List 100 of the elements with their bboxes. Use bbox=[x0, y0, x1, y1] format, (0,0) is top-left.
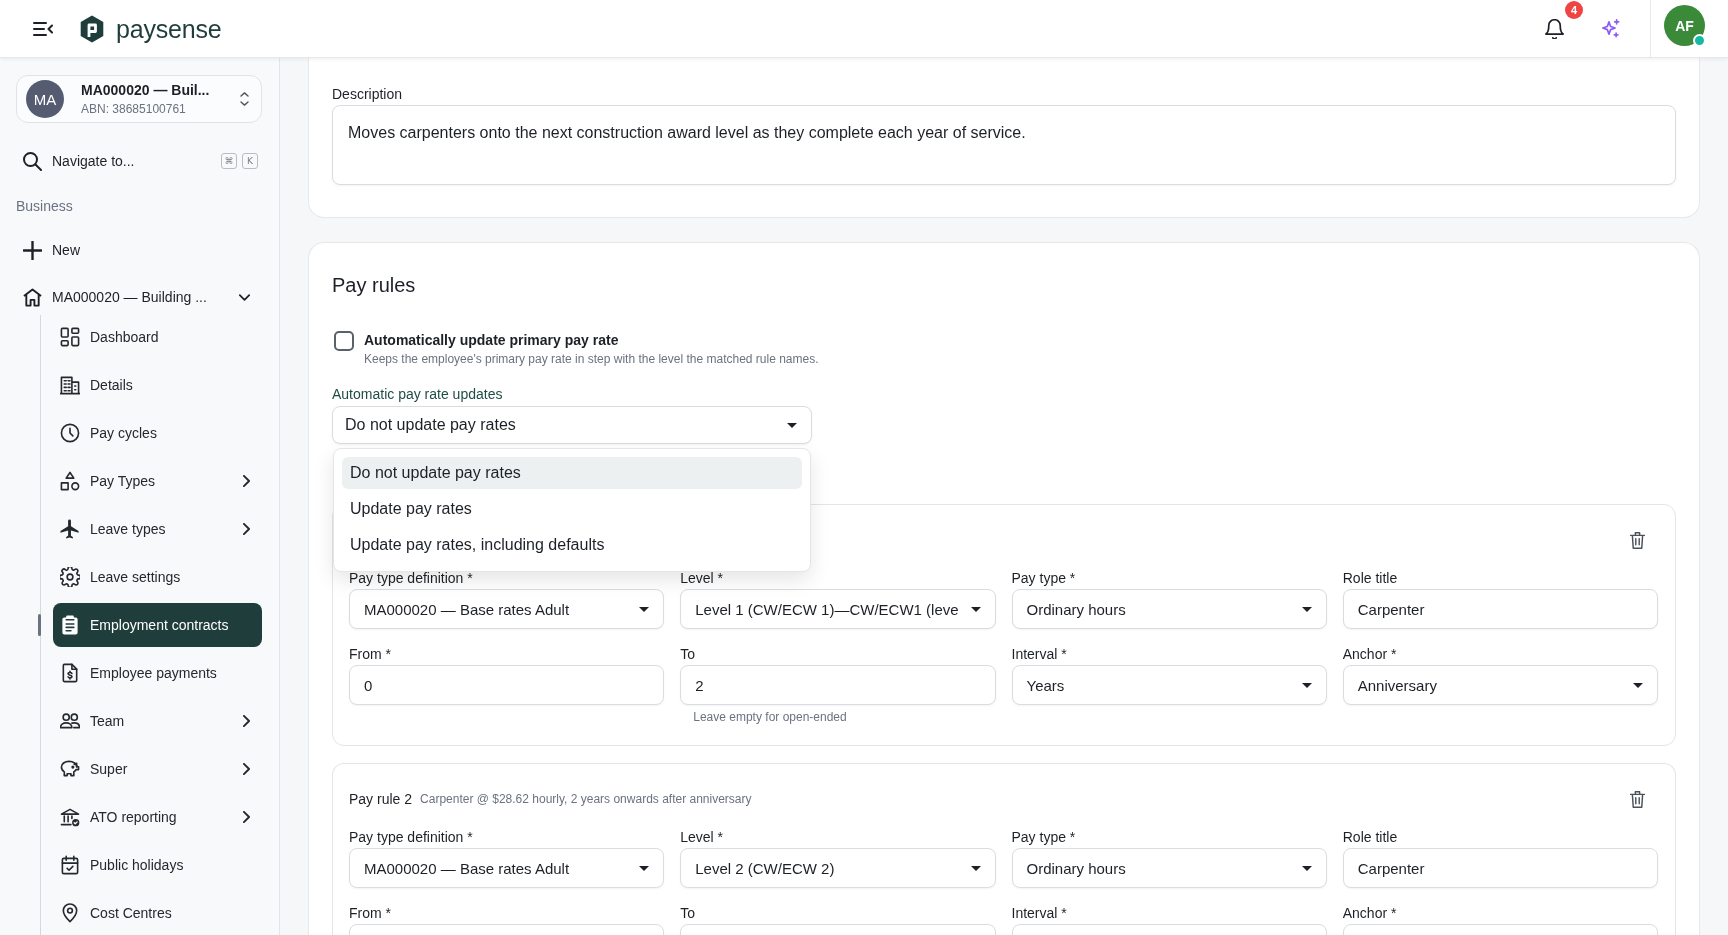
field-label: Anchor * bbox=[1342, 904, 1398, 922]
rule-summary: Carpenter @ $28.62 hourly, 2 years onwards after anniversary bbox=[420, 792, 752, 806]
nav-item[interactable]: Employee payments bbox=[53, 651, 262, 695]
nav-item[interactable]: Pay Types bbox=[53, 459, 262, 503]
field-label: Description bbox=[332, 85, 404, 103]
field-hint: Leave empty for open-ended bbox=[692, 709, 848, 725]
checkbox[interactable] bbox=[334, 331, 354, 351]
caret-icon bbox=[787, 422, 797, 428]
caret-icon bbox=[1633, 682, 1643, 688]
nav-item[interactable]: Details bbox=[53, 363, 262, 407]
menu-icon[interactable] bbox=[33, 21, 53, 36]
field-label: Pay type definition * bbox=[349, 569, 474, 587]
grid-icon bbox=[60, 327, 80, 347]
navigate-button[interactable]: Navigate to... bbox=[16, 145, 135, 177]
text-field[interactable]: Carpenter bbox=[1342, 589, 1658, 629]
dropdown-option[interactable]: Update pay rates, including defaults bbox=[342, 529, 802, 561]
text-field[interactable]: 0 bbox=[349, 665, 665, 705]
field-label: To bbox=[680, 904, 697, 922]
field-label: Automatic pay rate updates bbox=[332, 385, 504, 403]
caret-icon bbox=[1301, 682, 1312, 688]
select-field[interactable]: Level 2 (CW/ECW 2) bbox=[680, 848, 996, 888]
nav-item[interactable]: Super bbox=[53, 747, 262, 791]
field-label: Level * bbox=[680, 569, 725, 587]
dropdown-option[interactable]: Update pay rates bbox=[342, 493, 802, 525]
active-indicator bbox=[38, 614, 41, 636]
bank-check-icon bbox=[60, 807, 80, 827]
field-label: From * bbox=[349, 645, 392, 663]
text-field[interactable]: 2 bbox=[680, 665, 996, 705]
select-field[interactable]: MA000020 — Base rates Adult bbox=[349, 848, 665, 888]
user-avatar[interactable]: AF bbox=[1664, 5, 1705, 46]
shortcut-key: K bbox=[242, 153, 258, 169]
sparkle-icon[interactable] bbox=[1601, 19, 1620, 38]
org-group-item[interactable]: MA000020 — Building ... bbox=[16, 279, 262, 315]
org-avatar: MA bbox=[26, 80, 64, 118]
org-abn: ABN: 38685100761 bbox=[81, 101, 187, 117]
nav-item[interactable]: Dashboard bbox=[53, 315, 262, 359]
nav-item[interactable]: Cost Centres bbox=[53, 891, 262, 935]
calendar-check-icon bbox=[60, 855, 80, 875]
document-dollar-icon bbox=[60, 663, 80, 683]
org-switcher[interactable]: MA MA000020 — Buil... ABN: 38685100761 bbox=[16, 75, 262, 123]
nav-item[interactable]: Public holidays bbox=[53, 843, 262, 887]
gear-icon bbox=[60, 567, 80, 587]
new-button[interactable]: New bbox=[16, 232, 92, 268]
description-field[interactable]: Moves carpenters onto the next construction award level as they complete each year of service. bbox=[332, 105, 1676, 185]
caret-icon bbox=[1301, 865, 1312, 871]
nav-item[interactable]: Team bbox=[53, 699, 262, 743]
select-field[interactable]: MA000020 — Base rates Adult bbox=[349, 589, 665, 629]
plus-icon bbox=[23, 240, 42, 260]
caret-icon bbox=[970, 606, 981, 612]
caret-icon bbox=[639, 865, 650, 871]
field-label: Interval * bbox=[1011, 904, 1068, 922]
field-label: Anchor * bbox=[1342, 645, 1398, 663]
checkbox-label: Automatically update primary pay rate bbox=[364, 332, 620, 348]
airplane-icon bbox=[60, 519, 80, 539]
select-field[interactable]: Do not update pay rates bbox=[332, 406, 812, 444]
field-label: To bbox=[680, 645, 697, 663]
piggy-bank-icon bbox=[60, 759, 80, 779]
field-label: Role title bbox=[1342, 828, 1399, 846]
field-label: Pay type * bbox=[1011, 569, 1077, 587]
dropdown-option[interactable]: Do not update pay rates bbox=[342, 457, 802, 489]
section-title: Pay rules bbox=[332, 273, 417, 298]
people-icon bbox=[60, 711, 80, 731]
field-label: From * bbox=[349, 904, 392, 922]
select-field[interactable]: Years bbox=[1011, 665, 1327, 705]
notification-badge: 4 bbox=[1565, 0, 1583, 19]
section-label: Business bbox=[16, 197, 74, 215]
caret-icon bbox=[639, 606, 650, 612]
org-name: MA000020 — Buil... bbox=[81, 81, 210, 99]
logo-text: paysense bbox=[116, 13, 222, 44]
clock-icon bbox=[60, 423, 80, 443]
field-label: Interval * bbox=[1011, 645, 1068, 663]
nav-item[interactable]: Employment contracts bbox=[53, 603, 262, 647]
nav-item[interactable]: Leave types bbox=[53, 507, 262, 551]
trash-icon[interactable] bbox=[1630, 790, 1645, 808]
search-icon bbox=[23, 151, 42, 171]
caret-icon bbox=[1301, 606, 1312, 612]
field-label: Level * bbox=[680, 828, 725, 846]
shapes-icon bbox=[60, 471, 80, 491]
field-label: Pay type definition * bbox=[349, 828, 474, 846]
checkbox-hint: Keeps the employee's primary pay rate in step with the level the matched rule names. bbox=[364, 351, 819, 367]
home-icon bbox=[23, 287, 42, 307]
logo-icon bbox=[80, 14, 104, 43]
clipboard-icon bbox=[60, 615, 80, 635]
bell-icon[interactable] bbox=[1545, 18, 1564, 39]
map-pin-icon bbox=[60, 903, 80, 923]
nav-item[interactable]: Leave settings bbox=[53, 555, 262, 599]
nav-item[interactable]: ATO reporting bbox=[53, 795, 262, 839]
select-field[interactable]: Ordinary hours bbox=[1011, 848, 1327, 888]
field-label: Role title bbox=[1342, 569, 1399, 587]
text-field[interactable]: Carpenter bbox=[1342, 848, 1658, 888]
shortcut-key: ⌘ bbox=[221, 153, 237, 169]
field-label: Pay type * bbox=[1011, 828, 1077, 846]
select-field[interactable]: Ordinary hours bbox=[1011, 589, 1327, 629]
caret-icon bbox=[970, 865, 981, 871]
select-field[interactable]: Anniversary bbox=[1342, 665, 1658, 705]
up-down-chevron-icon bbox=[240, 92, 249, 106]
trash-icon[interactable] bbox=[1630, 531, 1645, 549]
select-field[interactable]: Level 1 (CW/ECW 1)—CW/ECW1 (leve bbox=[680, 589, 996, 629]
building-icon bbox=[60, 375, 80, 395]
nav-item[interactable]: Pay cycles bbox=[53, 411, 262, 455]
